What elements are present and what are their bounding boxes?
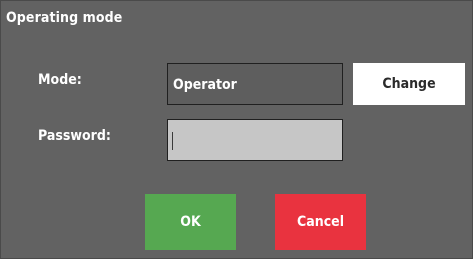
dialog-title: Operating mode	[6, 10, 123, 26]
password-input[interactable]	[167, 119, 343, 161]
ok-button[interactable]: OK	[145, 194, 236, 250]
cancel-button[interactable]: Cancel	[275, 194, 366, 250]
password-label: Password:	[38, 128, 111, 144]
mode-value-text: Operator	[173, 77, 237, 93]
mode-value-display: Operator	[167, 63, 343, 105]
text-caret	[172, 132, 173, 150]
operating-mode-dialog: Operating mode Mode: Operator Change Pas…	[0, 0, 473, 259]
change-button[interactable]: Change	[353, 63, 465, 105]
mode-label: Mode:	[38, 72, 82, 88]
